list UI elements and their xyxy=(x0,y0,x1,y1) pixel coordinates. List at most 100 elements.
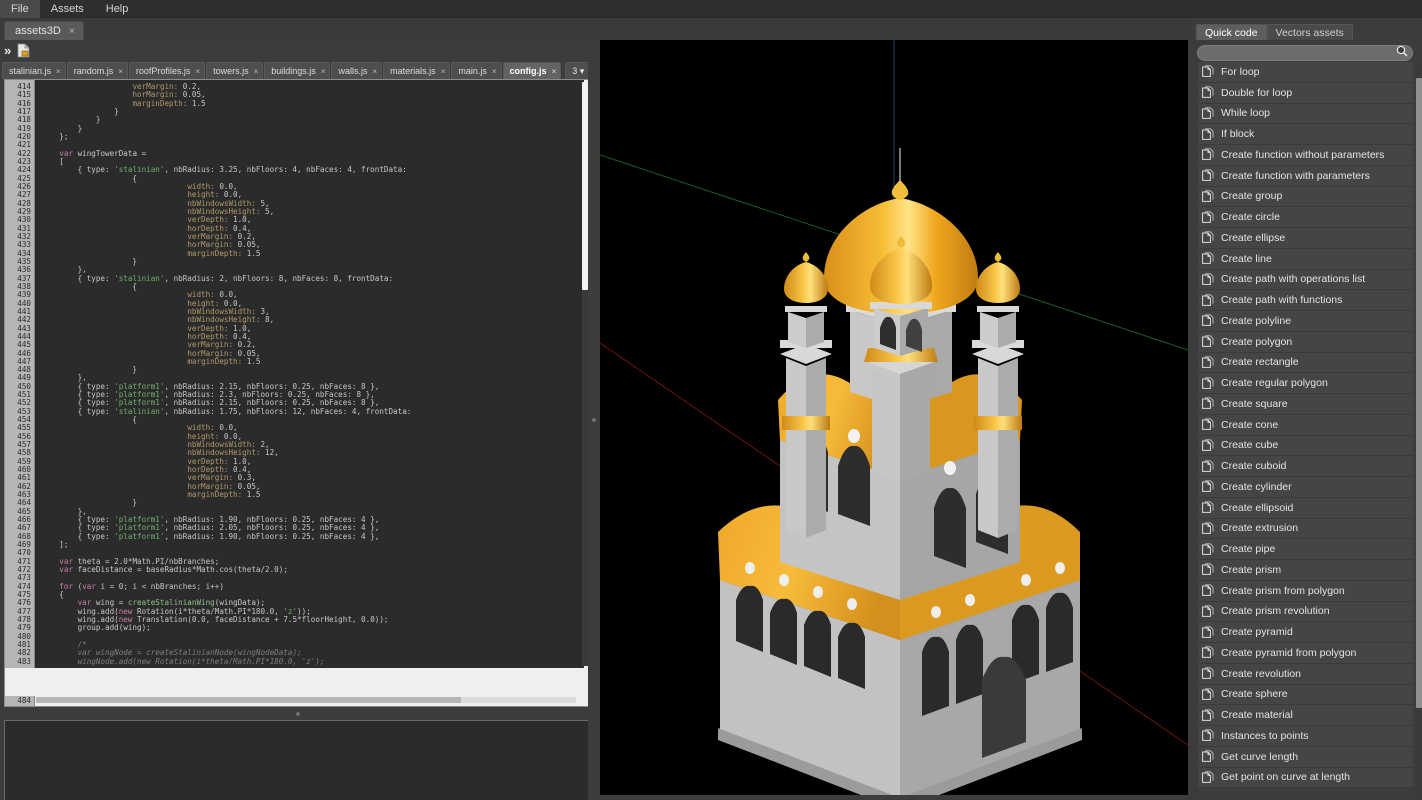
scrollbar-thumb[interactable] xyxy=(36,697,461,703)
quick-code-item[interactable]: Create material xyxy=(1198,705,1413,726)
close-icon[interactable]: × xyxy=(195,67,200,76)
quick-code-item[interactable]: For loop xyxy=(1198,62,1413,83)
search-icon[interactable] xyxy=(1396,44,1408,57)
code-snippet-icon xyxy=(1202,688,1214,701)
quick-code-item[interactable]: Create rectangle xyxy=(1198,352,1413,374)
file-tab-buildings-js[interactable]: buildings.js × xyxy=(264,62,331,79)
quick-code-item[interactable]: Create revolution xyxy=(1198,663,1413,685)
quick-code-item[interactable]: Create square xyxy=(1198,394,1413,415)
code-text[interactable]: verMargin: 0.2, horMargin: 0.05, marginD… xyxy=(35,80,584,668)
search-box[interactable] xyxy=(1197,42,1413,61)
file-tab-config-js[interactable]: config.js × xyxy=(502,62,562,79)
quick-code-item[interactable]: Create function with parameters xyxy=(1198,165,1413,187)
quick-code-item[interactable]: If block xyxy=(1198,124,1413,145)
code-snippet-icon xyxy=(1202,729,1214,742)
quick-code-list[interactable]: For loop Double for loop While loop If bloc… xyxy=(1198,62,1413,798)
quick-code-item-label: Create sphere xyxy=(1221,688,1288,701)
quick-code-item[interactable]: Create path with operations list xyxy=(1198,269,1413,291)
scrollbar-thumb[interactable] xyxy=(1416,78,1422,708)
quick-code-item[interactable]: Create regular polygon xyxy=(1198,373,1413,394)
new-file-icon[interactable] xyxy=(17,43,30,58)
file-tab-materials-js[interactable]: materials.js × xyxy=(383,62,451,79)
code-snippet-icon xyxy=(1202,335,1214,348)
quick-code-item-label: Create prism revolution xyxy=(1221,605,1330,618)
quick-code-item[interactable]: Create polyline xyxy=(1198,311,1413,332)
3d-scene[interactable] xyxy=(600,40,1188,795)
file-tab-walls-js[interactable]: walls.js × xyxy=(331,62,383,79)
menu-item-assets[interactable]: Assets xyxy=(40,0,95,18)
quick-code-item[interactable]: Create polygon xyxy=(1198,331,1413,353)
code-snippet-icon xyxy=(1202,231,1214,244)
close-icon[interactable]: × xyxy=(492,67,497,76)
quick-code-item-label: Create ellipsoid xyxy=(1221,501,1294,514)
quick-code-item[interactable]: Create cuboid xyxy=(1198,456,1413,477)
quick-code-item-label: Get curve length xyxy=(1221,750,1299,763)
file-tab-roofProfiles-js[interactable]: roofProfiles.js × xyxy=(128,62,206,79)
quick-code-item[interactable]: Create pyramid xyxy=(1198,622,1413,643)
tab-quick-code[interactable]: Quick code xyxy=(1196,24,1267,40)
search-input[interactable] xyxy=(1197,44,1413,61)
quick-code-item[interactable]: Create ellipsoid xyxy=(1198,497,1413,519)
quick-code-item[interactable]: Create path with functions xyxy=(1198,290,1413,311)
quick-code-item[interactable]: Get curve length xyxy=(1198,746,1413,768)
menu-item-file[interactable]: File xyxy=(0,0,40,18)
file-tab-random-js[interactable]: random.js × xyxy=(66,62,128,79)
quick-code-item[interactable]: Create pipe xyxy=(1198,539,1413,560)
chevrons-right-icon[interactable]: » xyxy=(4,43,11,58)
quick-code-item-label: Create prism from polygon xyxy=(1221,584,1345,597)
quick-code-item[interactable]: Create group xyxy=(1198,186,1413,208)
quick-code-item[interactable]: Instances to points xyxy=(1198,726,1413,747)
horizontal-splitter[interactable] xyxy=(4,709,592,719)
document-tab-assets3d[interactable]: assets3D × xyxy=(4,21,84,40)
quick-code-item[interactable]: Create extrusion xyxy=(1198,518,1413,540)
close-icon[interactable]: × xyxy=(254,67,259,76)
quick-code-item[interactable]: Create cylinder xyxy=(1198,477,1413,498)
quick-code-item[interactable]: Create cube xyxy=(1198,435,1413,457)
quick-code-scrollbar[interactable] xyxy=(1416,62,1422,798)
quick-code-item-label: Create rectangle xyxy=(1221,356,1299,369)
quick-code-item[interactable]: While loop xyxy=(1198,103,1413,125)
code-snippet-icon xyxy=(1202,605,1214,618)
quick-code-item[interactable]: Double for loop xyxy=(1198,82,1413,104)
quick-code-item[interactable]: Create circle xyxy=(1198,207,1413,228)
code-snippet-icon xyxy=(1202,563,1214,576)
file-tab-stalinian-js[interactable]: stalinian.js × xyxy=(2,62,66,79)
tab-vectors-assets[interactable]: Vectors assets xyxy=(1266,24,1353,40)
code-snippet-icon xyxy=(1202,771,1214,784)
quick-code-item[interactable]: Create prism revolution xyxy=(1198,601,1413,623)
close-icon[interactable]: × xyxy=(321,67,326,76)
file-tab-towers-js[interactable]: towers.js × xyxy=(206,62,264,79)
close-icon[interactable]: × xyxy=(118,67,123,76)
code-snippet-icon xyxy=(1202,273,1214,286)
quick-code-item[interactable]: Create line xyxy=(1198,248,1413,270)
code-snippet-icon xyxy=(1202,210,1214,224)
close-icon[interactable]: × xyxy=(69,26,75,37)
code-snippet-icon xyxy=(1202,667,1214,680)
code-snippet-icon xyxy=(1202,107,1214,120)
quick-code-item[interactable]: Create pyramid from polygon xyxy=(1198,643,1413,664)
menu-item-help[interactable]: Help xyxy=(95,0,140,18)
code-snippet-icon xyxy=(1202,65,1214,78)
quick-code-item[interactable]: Create cone xyxy=(1198,414,1413,436)
quick-code-item[interactable]: Create ellipse xyxy=(1198,228,1413,249)
menu-bar: File Assets Help xyxy=(0,0,1422,18)
code-editor[interactable]: 414 415 416 417 418 419 420 421 422 423 … xyxy=(4,79,592,707)
code-scroll-area[interactable]: 414 415 416 417 418 419 420 421 422 423 … xyxy=(5,80,584,668)
file-tab-label: random.js xyxy=(73,66,114,76)
close-icon[interactable]: × xyxy=(373,67,378,76)
file-tab-main-js[interactable]: main.js × xyxy=(451,62,502,79)
close-icon[interactable]: × xyxy=(441,67,446,76)
code-snippet-icon xyxy=(1202,522,1214,535)
3d-viewport[interactable] xyxy=(600,40,1188,795)
console-output-panel[interactable] xyxy=(4,720,592,800)
close-icon[interactable]: × xyxy=(552,67,557,76)
close-icon[interactable]: × xyxy=(56,67,61,76)
quick-code-item[interactable]: Create prism from polygon xyxy=(1198,580,1413,602)
quick-code-item[interactable]: Get point on curve at length xyxy=(1198,767,1413,789)
quick-code-item[interactable]: Create sphere xyxy=(1198,684,1413,706)
quick-code-item[interactable]: Create prism xyxy=(1198,560,1413,581)
editor-horizontal-scrollbar[interactable] xyxy=(36,697,576,703)
quick-code-item[interactable]: Create function without parameters xyxy=(1198,145,1413,166)
vertical-splitter[interactable] xyxy=(588,40,600,800)
code-snippet-icon xyxy=(1202,480,1214,493)
